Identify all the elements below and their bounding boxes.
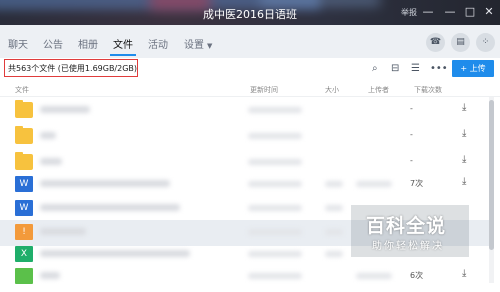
tab-bar: 聊天 公告 相册 文件 活动 设置 ▼ xyxy=(0,25,500,59)
download-icon[interactable]: ⤓ xyxy=(462,154,466,165)
blurred-time xyxy=(248,229,302,235)
blurred-file-name xyxy=(40,106,90,113)
maximize-button[interactable]: □ xyxy=(463,5,477,19)
column-updated[interactable]: 更新时间 xyxy=(250,85,278,95)
blurred-file-name xyxy=(40,158,62,165)
download-count: - xyxy=(410,130,413,139)
table-row[interactable]: - ⤓ xyxy=(0,123,490,149)
file-count-text: 共563个文件 (已使用1.69GB/2GB) xyxy=(8,64,138,73)
blurred-file-name xyxy=(40,228,86,235)
blurred-time xyxy=(248,251,302,257)
blurred-uploader xyxy=(356,181,392,187)
blurred-file-name xyxy=(40,250,190,257)
tab-album[interactable]: 相册 xyxy=(78,36,98,51)
minimize-button[interactable]: — xyxy=(443,5,457,19)
table-row[interactable]: 6次 ⤓ xyxy=(0,266,490,292)
word-file-icon: W xyxy=(15,200,33,216)
scrollbar-thumb[interactable] xyxy=(489,100,494,250)
tab-files[interactable]: 文件 xyxy=(113,36,133,51)
list-icon[interactable]: ☰ xyxy=(411,63,420,74)
blurred-file-name xyxy=(40,204,180,211)
blurred-size xyxy=(325,251,343,257)
blurred-time xyxy=(248,273,302,279)
download-count: 6次 xyxy=(410,271,424,280)
chevron-down-icon: ▼ xyxy=(207,42,213,50)
title-bar: 成中医2016日语班 举报 — — □ ✕ xyxy=(0,0,500,25)
download-icon[interactable]: ⤓ xyxy=(462,128,466,139)
chat-icon[interactable]: ▤ xyxy=(451,33,470,52)
search-icon[interactable]: ⌕ xyxy=(372,63,378,74)
more-icon[interactable]: ••• xyxy=(430,63,448,74)
tab-chat[interactable]: 聊天 xyxy=(8,36,28,51)
blurred-time xyxy=(248,133,302,139)
close-button[interactable]: ✕ xyxy=(482,5,496,19)
word-file-icon: W xyxy=(15,176,33,192)
blurred-time xyxy=(248,159,302,165)
blurred-time xyxy=(248,107,302,113)
blurred-time xyxy=(248,181,302,187)
grid-icon[interactable]: ⁘ xyxy=(476,33,495,52)
tab-activities[interactable]: 活动 xyxy=(148,36,168,51)
blurred-file-name xyxy=(40,180,170,187)
download-count: - xyxy=(410,104,413,113)
watermark-subtitle: 助你轻松解决 xyxy=(372,241,444,252)
table-row[interactable]: - ⤓ xyxy=(0,97,490,123)
active-tab-indicator xyxy=(110,54,136,56)
tab-settings-label: 设置 xyxy=(184,40,204,51)
download-icon[interactable]: ⤓ xyxy=(462,176,466,187)
folder-icon[interactable]: ⊟ xyxy=(391,63,399,74)
folder-icon xyxy=(15,100,33,118)
column-downloads[interactable]: 下载次数 xyxy=(414,85,442,95)
report-link[interactable]: 举报 xyxy=(401,7,417,18)
blurred-size xyxy=(325,181,343,187)
folder-icon xyxy=(15,152,33,170)
blurred-time xyxy=(248,205,302,211)
file-count-highlight: 共563个文件 (已使用1.69GB/2GB) xyxy=(4,59,138,77)
blurred-file-name xyxy=(40,132,56,139)
column-size[interactable]: 大小 xyxy=(325,85,339,95)
upload-button[interactable]: + 上传 xyxy=(452,60,494,77)
column-file[interactable]: 文件 xyxy=(15,85,29,95)
download-count: - xyxy=(410,156,413,165)
image-file-icon xyxy=(15,268,33,284)
download-icon[interactable]: ⤓ xyxy=(462,268,466,279)
watermark-title: 百科全说 xyxy=(366,215,447,237)
file-toolbar: 共563个文件 (已使用1.69GB/2GB) xyxy=(0,58,500,83)
folder-icon xyxy=(15,126,33,144)
document-file-icon: ! xyxy=(15,224,33,240)
blurred-file-name xyxy=(40,272,60,279)
excel-file-icon: X xyxy=(15,246,33,262)
download-icon[interactable]: ⤓ xyxy=(462,102,466,113)
blurred-uploader xyxy=(356,273,392,279)
tab-settings[interactable]: 设置 ▼ xyxy=(184,36,212,51)
download-count: 7次 xyxy=(410,179,424,188)
tab-announcements[interactable]: 公告 xyxy=(43,36,63,51)
blurred-size xyxy=(325,205,343,211)
minimize-button[interactable]: — xyxy=(421,5,435,19)
blurred-size xyxy=(325,229,343,235)
column-uploader[interactable]: 上传者 xyxy=(368,85,389,95)
table-header: 文件 更新时间 大小 上传者 下载次数 xyxy=(0,83,500,97)
phone-icon[interactable]: ☎ xyxy=(426,33,445,52)
table-row[interactable]: W 7次 ⤓ xyxy=(0,172,490,198)
